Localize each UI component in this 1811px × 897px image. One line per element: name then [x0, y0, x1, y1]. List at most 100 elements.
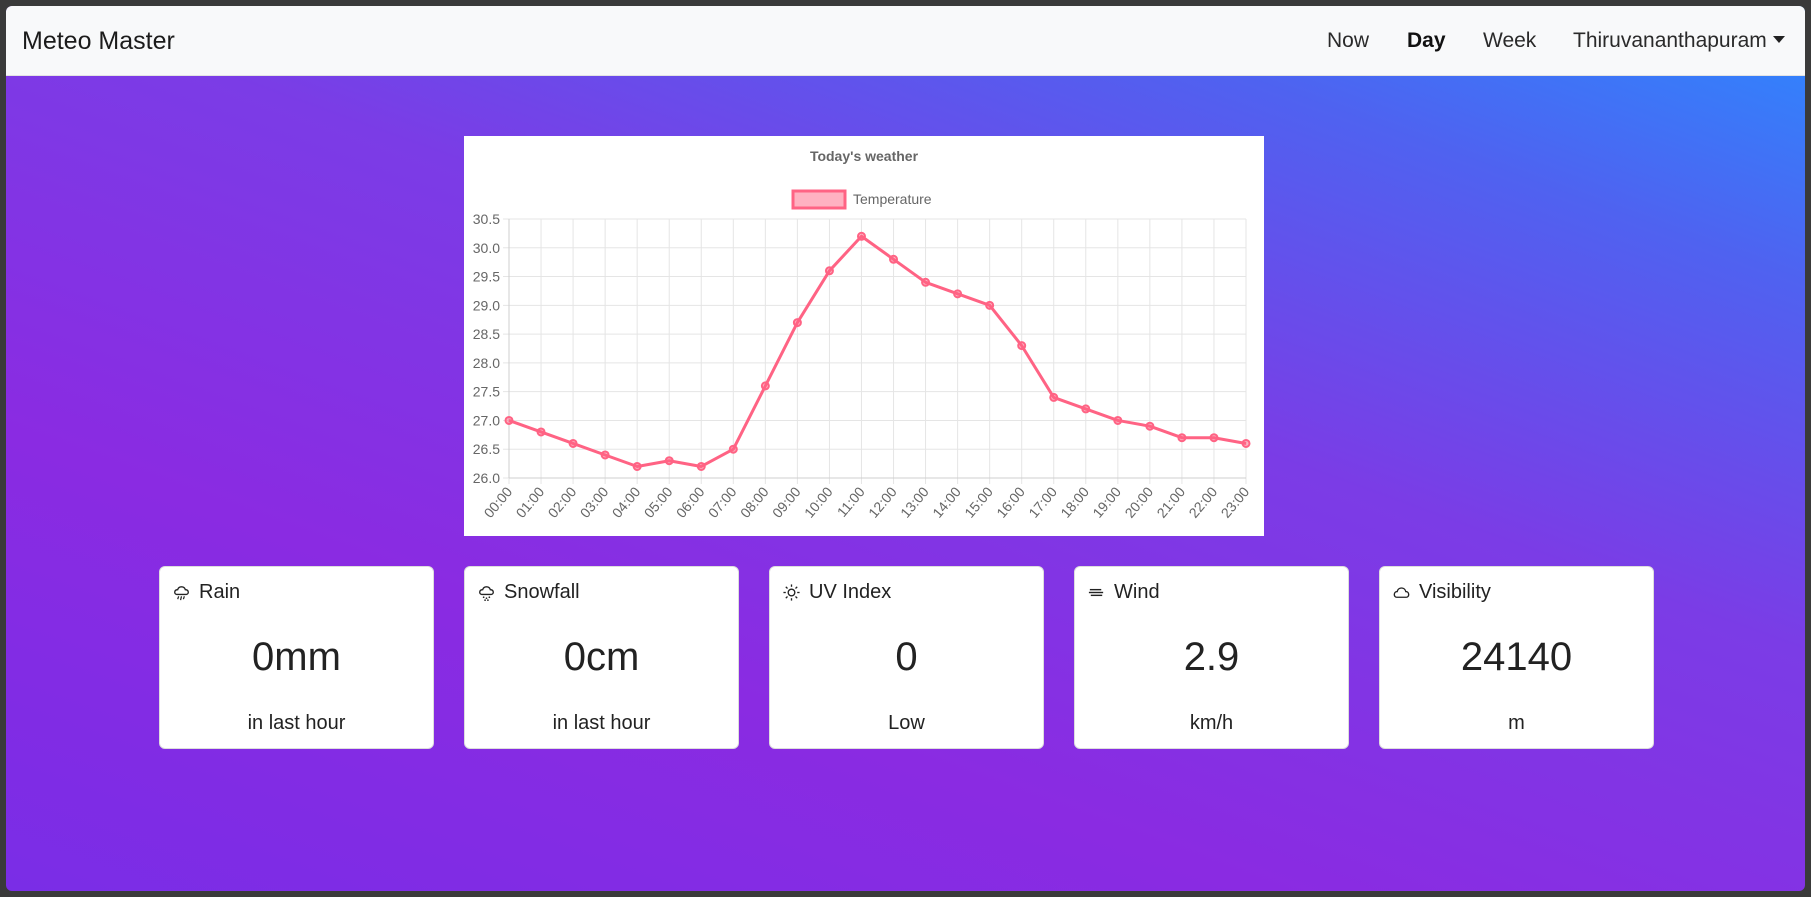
- card-title-label: UV Index: [809, 581, 892, 603]
- rain-card: Rain 0mm in last hour: [159, 566, 434, 749]
- visibility-value: 24140: [1460, 635, 1573, 679]
- temperature-point: [985, 300, 995, 310]
- card-title: Wind: [1087, 581, 1160, 604]
- x-tick-label: 10:00: [801, 483, 836, 520]
- uv-index-card: UV Index 0 Low: [769, 566, 1044, 749]
- x-tick-label: 22:00: [1185, 483, 1220, 520]
- visibility-subtitle: m: [1508, 712, 1525, 734]
- location-dropdown[interactable]: Thiruvananthapuram: [1573, 6, 1785, 76]
- snowfall-subtitle: in last hour: [552, 712, 651, 734]
- temperature-point: [600, 450, 610, 460]
- rain-cloud-icon: [174, 586, 189, 601]
- temperature-point: [664, 456, 674, 466]
- y-tick-label: 27.5: [473, 384, 500, 400]
- x-tick-label: 17:00: [1025, 483, 1060, 520]
- x-tick-label: 05:00: [641, 483, 676, 520]
- wind-card: Wind 2.9 km/h: [1074, 566, 1349, 749]
- temperature-point: [536, 427, 546, 437]
- visibility-card: Visibility 24140 m: [1379, 566, 1654, 749]
- x-tick-label: 18:00: [1057, 483, 1092, 520]
- temperature-point: [568, 438, 578, 448]
- chart-svg: Today's weather Temperature 30.5 30.0 29.5 29…: [473, 148, 1253, 521]
- card-title: UV Index: [782, 581, 891, 604]
- x-tick-label: 21:00: [1153, 483, 1188, 520]
- x-tick-label: 20:00: [1121, 483, 1156, 520]
- temperature-line: [508, 234, 1247, 468]
- temperature-point: [1241, 438, 1251, 448]
- card-title-label: Snowfall: [504, 581, 580, 603]
- wind-value: 2.9: [1183, 635, 1240, 679]
- temperature-point: [1017, 341, 1027, 351]
- x-tick-label: 02:00: [545, 483, 580, 520]
- y-tick-label: 28.0: [473, 355, 500, 371]
- y-tick-label: 28.5: [473, 326, 500, 342]
- card-title-label: Wind: [1114, 581, 1160, 603]
- card-title: Snowfall: [477, 581, 580, 604]
- x-tick-label: 08:00: [737, 483, 772, 520]
- temperature-point: [889, 254, 899, 264]
- navbar: Meteo Master Now Day Week Thiruvananthap…: [6, 6, 1805, 76]
- temperature-point: [1177, 433, 1187, 443]
- x-tick-label: 19:00: [1089, 483, 1124, 520]
- x-tick-label: 16:00: [993, 483, 1028, 520]
- location-label: Thiruvananthapuram: [1573, 29, 1767, 52]
- card-title: Visibility: [1392, 581, 1491, 604]
- x-tick-label: 15:00: [961, 483, 996, 520]
- x-tick-label: 11:00: [834, 483, 868, 519]
- app-window: Meteo Master Now Day Week Thiruvananthap…: [6, 6, 1805, 891]
- x-tick-label: 09:00: [769, 483, 804, 520]
- uv-index-value: 0: [895, 635, 918, 679]
- x-tick-label: 01:00: [513, 483, 548, 520]
- sun-icon: [783, 584, 800, 601]
- snowfall-value: 0cm: [563, 635, 640, 679]
- chart-title: Today's weather: [810, 148, 919, 164]
- uv-index-subtitle: Low: [888, 712, 925, 734]
- snow-cloud-icon: [479, 586, 494, 601]
- temperature-point: [921, 277, 931, 287]
- temperature-point: [632, 461, 642, 471]
- legend-swatch: [791, 189, 847, 210]
- x-tick-label: 03:00: [577, 483, 612, 520]
- temperature-point: [856, 231, 866, 241]
- card-title-label: Visibility: [1419, 581, 1491, 603]
- card-title: Rain: [172, 581, 240, 604]
- temperature-point: [1081, 404, 1091, 414]
- card-title-label: Rain: [199, 581, 241, 603]
- nav-week[interactable]: Week: [1483, 6, 1536, 76]
- x-tick-label: 14:00: [929, 483, 964, 520]
- temperature-point: [504, 415, 514, 425]
- x-tick-label: 12:00: [865, 483, 900, 520]
- x-tick-label: 13:00: [897, 483, 932, 520]
- nav-now[interactable]: Now: [1327, 6, 1369, 76]
- cloud-icon: [1393, 587, 1410, 598]
- y-tick-label: 27.0: [473, 412, 500, 428]
- x-tick-label: 06:00: [673, 483, 708, 520]
- temperature-point: [760, 381, 770, 391]
- y-tick-label: 29.5: [473, 269, 500, 285]
- temperature-point: [824, 266, 834, 276]
- y-tick-label: 29.0: [473, 297, 500, 313]
- temperature-point: [792, 318, 802, 328]
- x-tick-label: 00:00: [481, 483, 516, 520]
- y-tick-label: 26.0: [473, 470, 500, 486]
- x-tick-label: 07:00: [705, 483, 740, 520]
- y-tick-label: 26.5: [473, 441, 500, 457]
- temperature-point: [1049, 392, 1059, 402]
- temperature-point: [1145, 421, 1155, 431]
- temperature-point: [696, 461, 706, 471]
- temperature-point: [953, 289, 963, 299]
- temperature-point: [1113, 415, 1123, 425]
- wind-subtitle: km/h: [1189, 712, 1234, 734]
- brand-title[interactable]: Meteo Master: [22, 6, 175, 76]
- wind-icon: [1088, 588, 1104, 597]
- caret-down-icon: [1772, 35, 1785, 43]
- x-tick-label: 23:00: [1218, 483, 1253, 520]
- y-tick-label: 30.5: [473, 211, 500, 227]
- nav-day[interactable]: Day: [1407, 6, 1446, 76]
- x-tick-label: 04:00: [609, 483, 644, 520]
- temperature-point: [728, 444, 738, 454]
- rain-subtitle: in last hour: [247, 712, 346, 734]
- rain-value: 0mm: [252, 635, 341, 679]
- temperature-point: [1209, 433, 1219, 443]
- weather-chart: Today's weather Temperature 30.5 30.0 29.5 29…: [464, 136, 1264, 536]
